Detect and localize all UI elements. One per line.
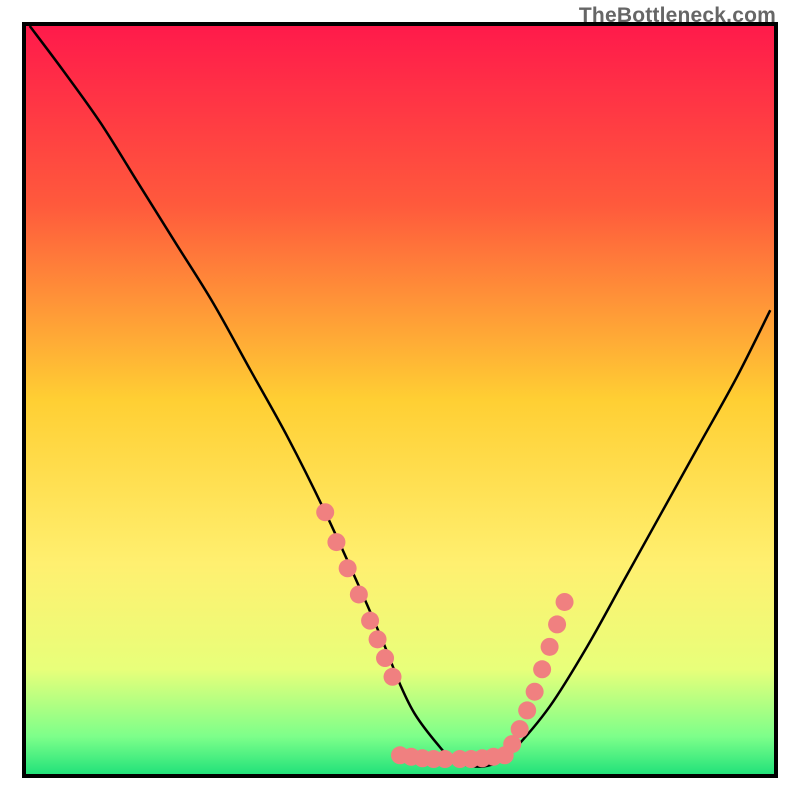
highlight-dot	[369, 630, 387, 648]
chart-frame: TheBottleneck.com	[22, 22, 778, 778]
highlight-dot	[548, 615, 566, 633]
highlight-dot	[350, 585, 368, 603]
chart-svg	[26, 26, 774, 774]
plot-area	[26, 26, 774, 774]
highlight-dot	[316, 503, 334, 521]
highlight-dot	[384, 668, 402, 686]
highlight-dot	[526, 683, 544, 701]
highlight-dot	[361, 612, 379, 630]
highlight-dot	[533, 660, 551, 678]
highlight-dot	[339, 559, 357, 577]
highlight-dot	[518, 701, 536, 719]
highlight-dot	[511, 720, 529, 738]
highlight-dot	[556, 593, 574, 611]
highlight-dot	[541, 638, 559, 656]
watermark-text: TheBottleneck.com	[579, 4, 776, 28]
gradient-background	[26, 26, 774, 774]
highlight-dot	[376, 649, 394, 667]
highlight-dot	[327, 533, 345, 551]
